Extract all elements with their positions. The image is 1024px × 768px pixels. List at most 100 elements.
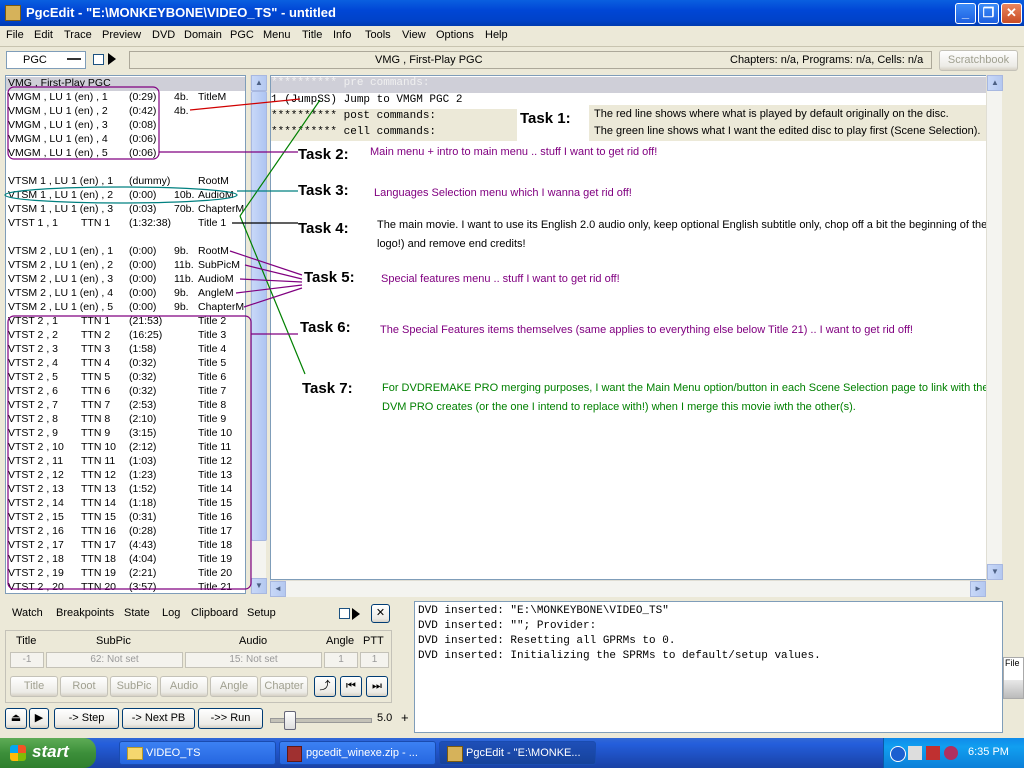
- pgc-row[interactable]: VTST 2 , 9 TTN 9 (3:15) Title 10: [6, 427, 245, 441]
- menu-dvd[interactable]: DVD: [152, 29, 175, 41]
- menu-file[interactable]: File: [6, 29, 24, 41]
- pgc-list-scrollbar[interactable]: ▲ ▼: [250, 75, 267, 594]
- title-bar[interactable]: PgcEdit - "E:\MONKEYBONE\VIDEO_TS" - unt…: [0, 0, 1024, 26]
- pgc-row[interactable]: VTST 2 , 6 TTN 6 (0:32) Title 7: [6, 385, 245, 399]
- play-button[interactable]: ▶: [29, 708, 49, 729]
- command-pane-hscrollbar[interactable]: ◄ ►: [270, 580, 986, 597]
- jump-audio-button[interactable]: Audio: [160, 676, 208, 697]
- pgc-row[interactable]: [6, 231, 245, 245]
- pgc-row[interactable]: VTSM 2 , LU 1 (en) , 5 (0:00) 9b. ChapterM: [6, 301, 245, 315]
- minimize-button[interactable]: _: [955, 3, 976, 24]
- pgc-row[interactable]: VTST 2 , 4 TTN 4 (0:32) Title 5: [6, 357, 245, 371]
- pgc-row[interactable]: VMG , First-Play PGC: [6, 77, 245, 91]
- maximize-button[interactable]: ❐: [978, 3, 999, 24]
- menu-options[interactable]: Options: [436, 29, 474, 41]
- pgc-row[interactable]: VTST 2 , 19 TTN 19 (2:21) Title 20: [6, 567, 245, 581]
- pgc-row[interactable]: VTST 2 , 5 TTN 5 (0:32) Title 6: [6, 371, 245, 385]
- prev-icon[interactable]: ⏮: [340, 676, 362, 697]
- debug-checkbox[interactable]: [339, 608, 350, 619]
- taskbar-item-zip[interactable]: pgcedit_winexe.zip - ...: [279, 741, 436, 765]
- jump-chapter-button[interactable]: Chapter: [260, 676, 308, 697]
- jump-title-button[interactable]: Title: [10, 676, 58, 697]
- pgc-list[interactable]: VMG , First-Play PGC VMGM , LU 1 (en) , 1…: [5, 75, 246, 594]
- pgc-row[interactable]: VTST 2 , 1 TTN 1 (21:53) Title 2: [6, 315, 245, 329]
- pgc-row[interactable]: VTST 2 , 11 TTN 11 (1:03) Title 12: [6, 455, 245, 469]
- pgc-row[interactable]: VTST 2 , 7 TTN 7 (2:53) Title 8: [6, 399, 245, 413]
- pgc-row[interactable]: VTSM 2 , LU 1 (en) , 2 (0:00) 11b. SubPicM: [6, 259, 245, 273]
- pgc-row[interactable]: VMGM , LU 1 (en) , 2 (0:42) 4b.: [6, 105, 245, 119]
- security-icon[interactable]: [926, 746, 940, 760]
- pgc-row[interactable]: VMGM , LU 1 (en) , 5 (0:06): [6, 147, 245, 161]
- eject-icon[interactable]: ⏏: [5, 708, 27, 729]
- scroll-up-button[interactable]: ▲: [987, 75, 1003, 91]
- pgc-row[interactable]: VTST 2 , 8 TTN 8 (2:10) Title 9: [6, 413, 245, 427]
- play-icon[interactable]: [108, 53, 116, 65]
- jump-angle-button[interactable]: Angle: [210, 676, 258, 697]
- pgc-row[interactable]: VTST 2 , 3 TTN 3 (1:58) Title 4: [6, 343, 245, 357]
- tab-clipboard[interactable]: Clipboard: [191, 607, 238, 619]
- pgc-row[interactable]: VTST 2 , 12 TTN 12 (1:23) Title 13: [6, 469, 245, 483]
- network-icon[interactable]: [908, 746, 922, 760]
- start-button[interactable]: start: [0, 738, 96, 768]
- scroll-left-button[interactable]: ◄: [270, 581, 286, 597]
- menu-title[interactable]: Title: [302, 29, 322, 41]
- scroll-thumb[interactable]: [251, 91, 267, 541]
- pgc-row[interactable]: VTSM 1 , LU 1 (en) , 1 (dummy) RootM: [6, 175, 245, 189]
- pgc-row[interactable]: VTST 2 , 20 TTN 20 (3:57) Title 21: [6, 581, 245, 593]
- tab-state[interactable]: State: [124, 607, 150, 619]
- debug-close-button[interactable]: ✕: [371, 604, 390, 623]
- pgc-row[interactable]: VTST 2 , 2 TTN 2 (16:25) Title 3: [6, 329, 245, 343]
- go-up-icon[interactable]: ⤴: [314, 676, 336, 697]
- tab-log[interactable]: Log: [162, 607, 180, 619]
- pgc-row[interactable]: VMGM , LU 1 (en) , 3 (0:08): [6, 119, 245, 133]
- jump-root-button[interactable]: Root: [60, 676, 108, 697]
- pgc-row[interactable]: VTST 2 , 17 TTN 17 (4:43) Title 18: [6, 539, 245, 553]
- menu-domain[interactable]: Domain: [184, 29, 222, 41]
- log-panel[interactable]: DVD inserted: "E:\MONKEYBONE\VIDEO_TS" D…: [414, 601, 1003, 733]
- command-pane[interactable]: ********** pre commands: 1 (JumpSS) Jump…: [270, 75, 1001, 580]
- slider-thumb[interactable]: [284, 711, 296, 730]
- tab-breakpoints[interactable]: Breakpoints: [56, 607, 114, 619]
- pgc-row[interactable]: VTSM 1 , LU 1 (en) , 2 (0:00) 10b. AudioM: [6, 189, 245, 203]
- run-button[interactable]: ->> Run: [198, 708, 263, 729]
- play-icon[interactable]: [352, 608, 360, 620]
- taskbar-item-video-ts[interactable]: VIDEO_TS: [119, 741, 276, 765]
- next-pb-button[interactable]: -> Next PB: [122, 708, 195, 729]
- pgc-row[interactable]: VTSM 1 , LU 1 (en) , 3 (0:03) 70b. ChapterM: [6, 203, 245, 217]
- menu-edit[interactable]: Edit: [34, 29, 53, 41]
- menu-preview[interactable]: Preview: [102, 29, 141, 41]
- pgc-row[interactable]: VTST 2 , 10 TTN 10 (2:12) Title 11: [6, 441, 245, 455]
- speed-slider[interactable]: [270, 709, 372, 730]
- scratchbook-button[interactable]: Scratchbook: [939, 50, 1018, 71]
- pgc-row[interactable]: VTST 2 , 16 TTN 16 (0:28) Title 17: [6, 525, 245, 539]
- media-icon[interactable]: [944, 746, 958, 760]
- menu-info[interactable]: Info: [333, 29, 351, 41]
- pgc-row[interactable]: VTSM 2 , LU 1 (en) , 4 (0:00) 9b. AngleM: [6, 287, 245, 301]
- pgc-row[interactable]: VTST 1 , 1 TTN 1 (1:32:38) Title 1: [6, 217, 245, 231]
- menu-menu[interactable]: Menu: [263, 29, 291, 41]
- menu-pgc[interactable]: PGC: [230, 29, 254, 41]
- next-icon[interactable]: ⏭: [366, 676, 388, 697]
- taskbar-item-pgcedit[interactable]: PgcEdit - "E:\MONKE...: [439, 741, 596, 765]
- pgc-row[interactable]: VTST 2 , 13 TTN 13 (1:52) Title 14: [6, 483, 245, 497]
- checkbox[interactable]: [93, 54, 104, 65]
- step-button[interactable]: -> Step: [54, 708, 119, 729]
- scroll-down-button[interactable]: ▼: [251, 578, 267, 594]
- command-pane-scrollbar[interactable]: ▲ ▼: [986, 75, 1003, 580]
- pgc-row[interactable]: VTSM 2 , LU 1 (en) , 1 (0:00) 9b. RootM: [6, 245, 245, 259]
- plus-icon[interactable]: +: [401, 710, 409, 725]
- menu-view[interactable]: View: [402, 29, 426, 41]
- close-button[interactable]: ✕: [1001, 3, 1022, 24]
- command-line-1[interactable]: 1 (JumpSS) Jump to VMGM PGC 2: [271, 94, 462, 106]
- pgc-row[interactable]: VTST 2 , 15 TTN 15 (0:31) Title 16: [6, 511, 245, 525]
- domain-select[interactable]: PGC: [6, 51, 86, 69]
- pgc-row[interactable]: [6, 161, 245, 175]
- scroll-up-button[interactable]: ▲: [251, 75, 267, 91]
- pgc-row[interactable]: VMGM , LU 1 (en) , 1 (0:29) 4b. TitleM: [6, 91, 245, 105]
- pgc-row[interactable]: VTST 2 , 14 TTN 14 (1:18) Title 15: [6, 497, 245, 511]
- pgc-row[interactable]: VMGM , LU 1 (en) , 4 (0:06): [6, 133, 245, 147]
- menu-help[interactable]: Help: [485, 29, 508, 41]
- menu-tools[interactable]: Tools: [365, 29, 391, 41]
- scroll-down-button[interactable]: ▼: [987, 564, 1003, 580]
- pgc-row[interactable]: VTSM 2 , LU 1 (en) , 3 (0:00) 11b. AudioM: [6, 273, 245, 287]
